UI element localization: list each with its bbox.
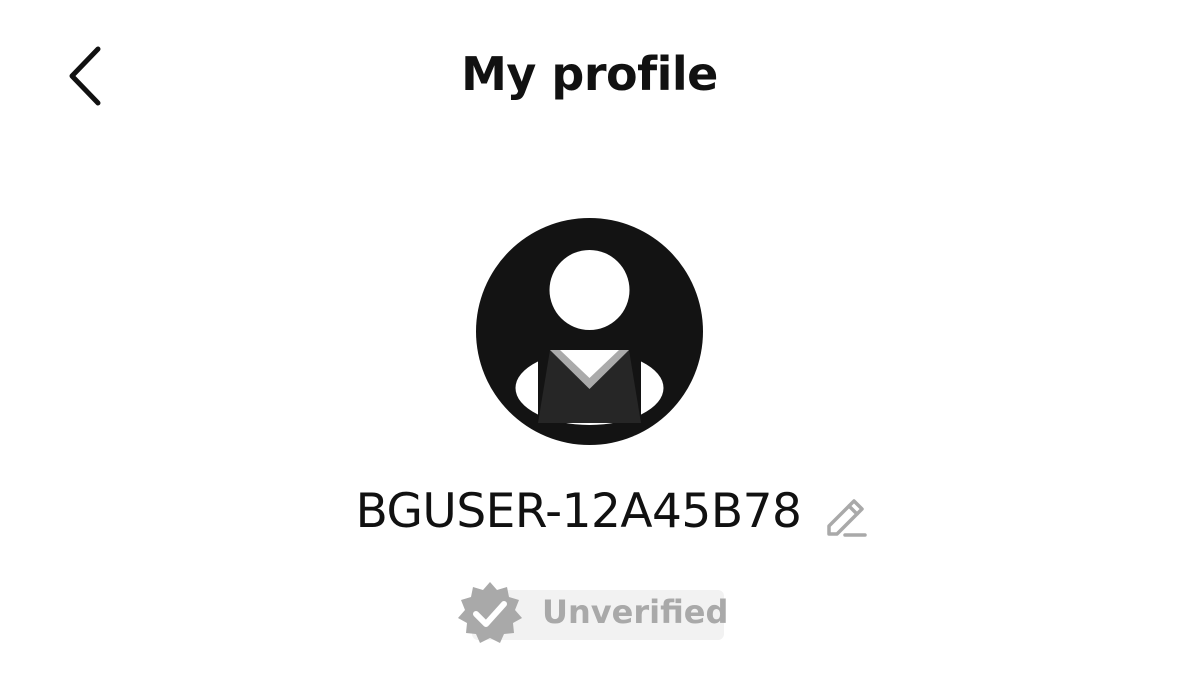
avatar[interactable] bbox=[476, 218, 703, 445]
username-row: BGUSER-12A45B78 bbox=[0, 480, 1179, 544]
default-user-avatar-icon bbox=[476, 218, 703, 445]
verification-status: Unverified bbox=[542, 593, 729, 631]
verification-badge[interactable]: Unverified bbox=[456, 582, 728, 644]
verified-seal-check-icon bbox=[456, 580, 524, 646]
pencil-edit-icon[interactable] bbox=[823, 492, 869, 538]
page-title: My profile bbox=[461, 47, 718, 101]
username: BGUSER-12A45B78 bbox=[355, 484, 802, 539]
